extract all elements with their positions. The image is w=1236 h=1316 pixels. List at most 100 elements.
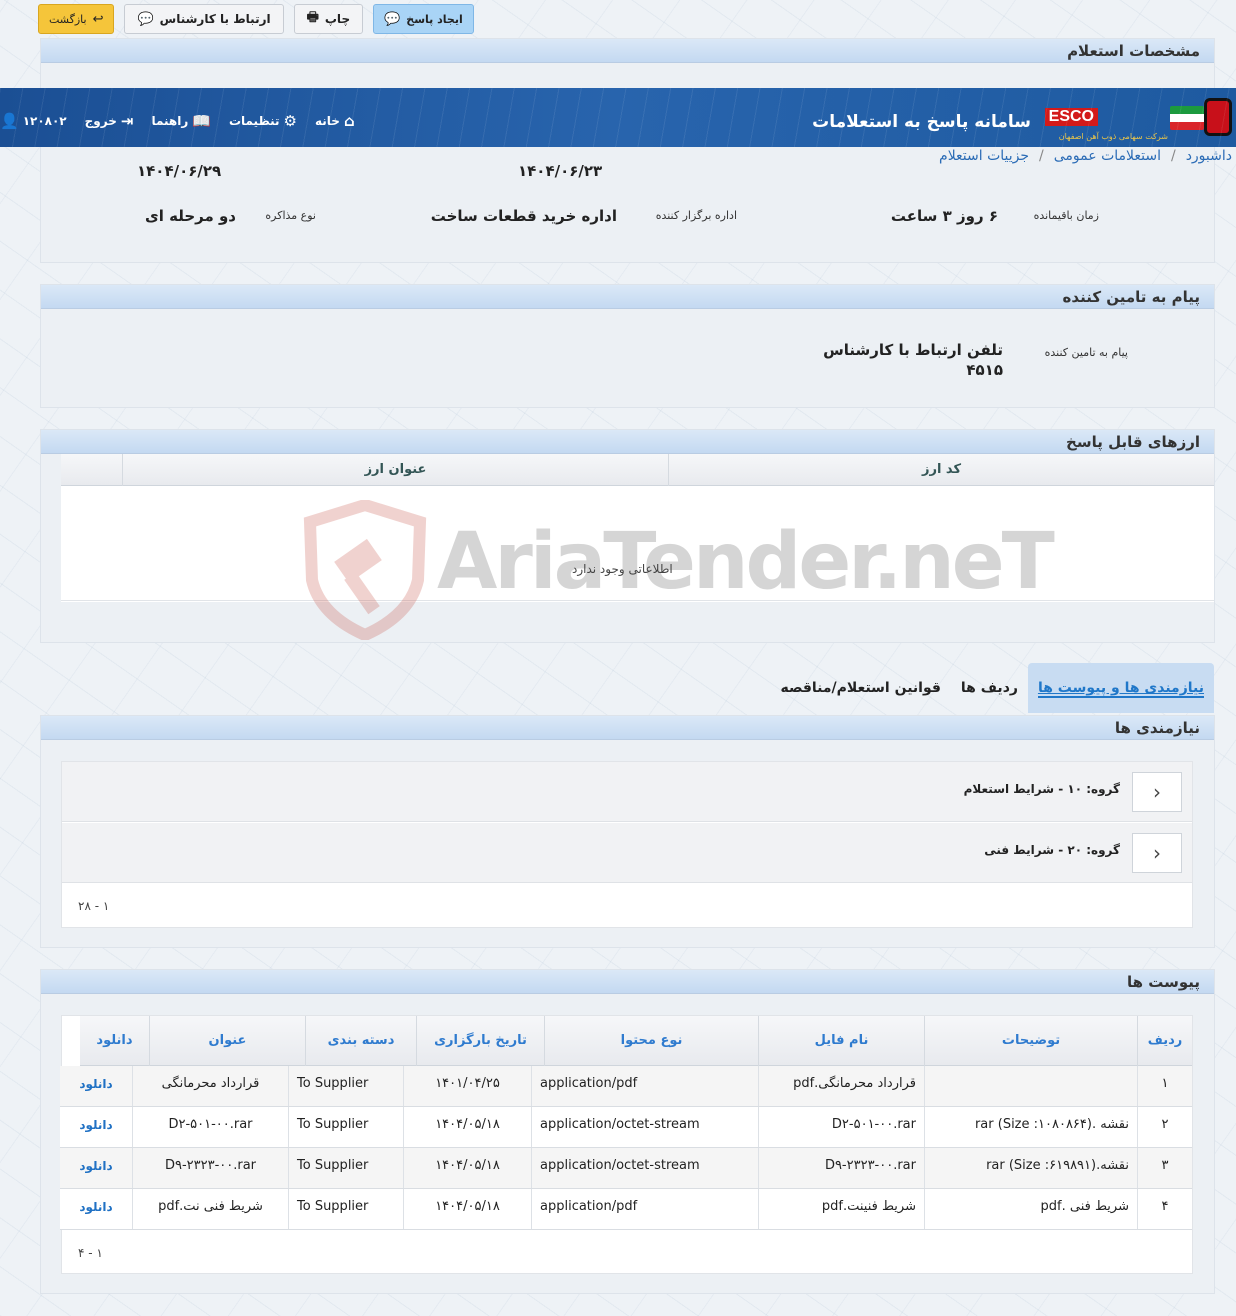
col-download[interactable]: دانلود <box>80 1016 149 1066</box>
negotiation-type-value: دو مرحله ای <box>144 207 236 225</box>
logout-icon: ⇥ <box>120 112 134 130</box>
contact-expert-button[interactable]: 💬 ارتباط با کارشناس <box>124 4 284 34</box>
cell-file-name: شریط فنینت.pdf <box>758 1189 924 1229</box>
guide-label: راهنما <box>151 114 189 128</box>
cell-content-type: application/pdf <box>531 1066 758 1106</box>
supplier-message-value: تلفن ارتباط با کارشناس ۴۵۱۵ <box>823 340 1003 380</box>
col-currency-code[interactable]: کد ارز <box>668 454 1214 486</box>
logo-mark-icon <box>1204 98 1232 136</box>
tab-rules[interactable]: قوانین استعلام/مناقصه <box>770 663 950 713</box>
supplier-message-label: پیام به تامین کننده <box>1044 346 1128 359</box>
cell-category: To Supplier <box>288 1066 403 1106</box>
tab-label: نیازمندی ها و پیوست ها <box>1037 680 1204 698</box>
col-currency-title[interactable]: عنوان ارز <box>122 454 668 486</box>
cell-description: شریط فنی .pdf <box>924 1189 1137 1229</box>
cell-category: To Supplier <box>288 1107 403 1147</box>
create-reply-button[interactable]: 💬 ایجاد پاسخ <box>373 4 474 34</box>
cell-title: D۹-۲۳۲۳-۰۰.rar <box>132 1148 288 1188</box>
breadcrumb: داشبورد / استعلامات عمومی / جزییات استعل… <box>939 148 1232 164</box>
cell-file-name: قرارداد محرمانگی.pdf <box>758 1066 924 1106</box>
header-nav: ۱۲۰۸۰۲ 👤 ⇥ خروج 📖 راهنما ⚙ تنظیمات ⌂ خان… <box>0 112 355 130</box>
cell-file-name: D۹-۲۳۲۳-۰۰.rar <box>758 1148 924 1188</box>
download-link[interactable]: دانلود <box>60 1189 132 1229</box>
col-category[interactable]: دسته بندی <box>305 1016 416 1066</box>
app-header: ESCO شرکت سهامی ذوب آهن اصفهان سامانه پا… <box>0 88 1236 147</box>
app-title: سامانه پاسخ به استعلامات <box>812 112 1031 132</box>
settings-label: تنظیمات <box>228 114 280 128</box>
chevron-left-icon[interactable]: ‹ <box>1132 833 1182 873</box>
supplier-message-line2: ۴۵۱۵ <box>966 361 1003 379</box>
home-label: خانه <box>315 114 340 128</box>
cell-upload-date: ۱۴۰۱/۰۴/۲۵ <box>403 1066 531 1106</box>
gear-icon: ⚙ <box>283 112 297 130</box>
cell-category: To Supplier <box>288 1189 403 1229</box>
date-value-1: ۱۴۰۴/۰۶/۲۹ <box>137 162 222 180</box>
group-label: گروه: ۱۰ - شرایط استعلام <box>963 782 1120 796</box>
col-empty <box>61 454 122 486</box>
logout-label: خروج <box>84 114 117 128</box>
supplier-message-title: پیام به تامین کننده <box>41 285 1214 309</box>
remaining-time-label: زمان باقیمانده <box>1033 209 1099 222</box>
organizer-value: اداره خرید قطعات ساخت <box>430 207 617 225</box>
remaining-time-value: ۶ روز ۳ ساعت <box>890 207 998 225</box>
col-content-type[interactable]: نوع محتوا <box>544 1016 758 1066</box>
print-button[interactable]: 🖶 چاپ <box>293 4 364 34</box>
tab-requirements-attachments[interactable]: نیازمندی ها و پیوست ها <box>1027 663 1214 713</box>
attachments-title: پیوست ها <box>41 970 1214 994</box>
download-link[interactable]: دانلود <box>60 1107 132 1147</box>
requirement-group-row[interactable]: ‹ گروه: ۱۰ - شرایط استعلام <box>62 762 1192 822</box>
cell-description <box>924 1066 1137 1106</box>
guide-link[interactable]: 📖 راهنما <box>151 112 210 130</box>
reply-label: ایجاد پاسخ <box>406 12 463 26</box>
contact-label: ارتباط با کارشناس <box>159 12 271 26</box>
col-row[interactable]: ردیف <box>1137 1016 1192 1066</box>
message-icon: 💬 <box>384 11 401 27</box>
cell-content-type: application/pdf <box>531 1189 758 1229</box>
requirements-title: نیازمندی ها <box>41 716 1214 740</box>
cell-description: نقشه.rar (Size :۶۱۹۸۹۱) <box>924 1148 1137 1188</box>
tabs: نیازمندی ها و پیوست ها ردیف ها قوانین اس… <box>770 663 1214 713</box>
settings-link[interactable]: ⚙ تنظیمات <box>229 112 297 130</box>
currencies-table: کد ارز عنوان ارز اطلاعاتی وجود ندارد <box>61 454 1214 602</box>
home-link[interactable]: ⌂ خانه <box>315 112 355 130</box>
chevron-left-icon[interactable]: ‹ <box>1132 772 1182 812</box>
logout-link[interactable]: ⇥ خروج <box>85 112 134 130</box>
table-row: ۴ شریط فنی .pdf شریط فنینت.pdf applicati… <box>60 1189 1192 1230</box>
breadcrumb-inquiry-details[interactable]: جزییات استعلام <box>939 148 1029 164</box>
attachments-pager: ۱ - ۴ <box>78 1246 103 1260</box>
cell-file-name: D۲-۵۰۱-۰۰.rar <box>758 1107 924 1147</box>
user-icon: 👤 <box>0 112 19 130</box>
return-arrow-icon: ↩ <box>92 11 104 27</box>
download-link[interactable]: دانلود <box>60 1066 132 1106</box>
col-file-name[interactable]: نام فایل <box>758 1016 924 1066</box>
chat-bubble-icon: 💬 <box>137 11 154 27</box>
cell-upload-date: ۱۴۰۴/۰۵/۱۸ <box>403 1189 531 1229</box>
brand-subtitle: شرکت سهامی ذوب آهن اصفهان <box>1058 132 1168 141</box>
breadcrumb-public-inquiries[interactable]: استعلامات عمومی <box>1054 148 1161 164</box>
print-label: چاپ <box>324 12 351 26</box>
col-description[interactable]: توضیحات <box>924 1016 1137 1066</box>
table-row: ۱ قرارداد محرمانگی.pdf application/pdf ۱… <box>60 1066 1192 1107</box>
cell-row: ۲ <box>1137 1107 1192 1147</box>
cell-upload-date: ۱۴۰۴/۰۵/۱۸ <box>403 1148 531 1188</box>
tab-rows[interactable]: ردیف ها <box>951 663 1028 713</box>
tab-label: ردیف ها <box>960 680 1018 696</box>
cell-title: شریط فنی نت.pdf <box>132 1189 288 1229</box>
requirement-group-row[interactable]: ‹ گروه: ۲۰ - شرایط فنی <box>62 823 1192 883</box>
attachments-panel: پیوست ها ردیف توضیحات نام فایل نوع محتوا… <box>40 969 1215 1294</box>
breadcrumb-dashboard[interactable]: داشبورد <box>1186 148 1232 164</box>
breadcrumb-separator: / <box>1039 148 1044 164</box>
brand-badge: ESCO <box>1044 108 1098 126</box>
breadcrumb-separator: / <box>1170 148 1176 164</box>
download-link[interactable]: دانلود <box>60 1148 132 1188</box>
back-label: بازگشت <box>49 12 87 26</box>
cell-row: ۳ <box>1137 1148 1192 1188</box>
cell-content-type: application/octet-stream <box>531 1148 758 1188</box>
back-button[interactable]: بازگشت ↩ <box>38 4 115 34</box>
organizer-label: اداره برگزار کننده <box>655 209 737 222</box>
col-title[interactable]: عنوان <box>149 1016 305 1066</box>
col-upload-date[interactable]: تاریخ بارگزاری <box>416 1016 544 1066</box>
user-menu[interactable]: ۱۲۰۸۰۲ 👤 <box>0 112 67 130</box>
book-icon: 📖 <box>192 112 211 130</box>
empty-message: اطلاعاتی وجود ندارد <box>572 562 673 576</box>
